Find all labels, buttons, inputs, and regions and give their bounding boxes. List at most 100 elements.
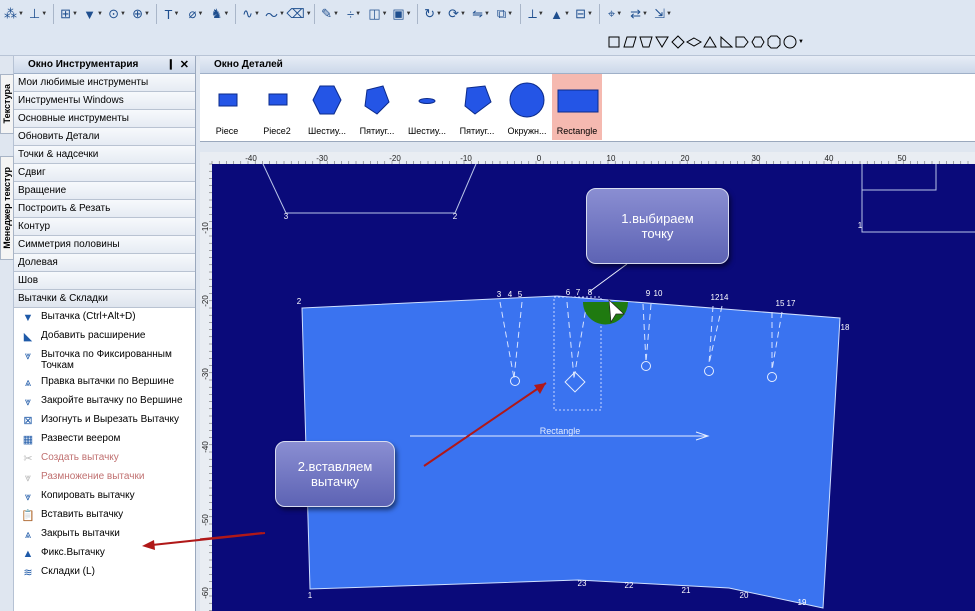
tool-category[interactable]: Точки & надсечки [14, 146, 195, 164]
parallelogram-shape[interactable] [622, 31, 638, 53]
frame-icon[interactable]: ▣ ▼ [390, 3, 414, 25]
tool-item[interactable]: ⩔ Копировать вытачку [14, 487, 195, 506]
tab-texture[interactable]: Текстура [0, 74, 14, 134]
callout-insert-dart: 2.вставляем вытачку [275, 441, 395, 507]
dart-icon[interactable]: ▼ ▼ [81, 3, 105, 25]
work-area[interactable]: -40 -30 -20 -10 0 10 20 30 40 50 -10 -20 -30 -40 -50-… [200, 152, 975, 611]
toolbar-row-1: ⁂ ▼ ⊥ ▼ ⊞ ▼ ▼ ▼ ⊙ ▼ ⊕ ▼ T ▼ ⌀ ▼ ♞ ▼ ∿ ▼ 〜 ▼ ⌫ ▼ ✎ ▼ ÷ ▼ ◫ ▼ ▣ ▼ ↻ ▼ ⟳ ▼ ⇋ ▼ ⧉ ▼… [2, 0, 675, 28]
triangle-icon[interactable]: ▲ ▼ [548, 3, 572, 25]
tool-item[interactable]: ✂ Создать вытачку [14, 449, 195, 468]
cut-icon[interactable]: ⌫ ▼ [286, 3, 311, 25]
hexagon-shape[interactable] [750, 31, 766, 53]
ruler-left-label: -10 [201, 222, 210, 234]
pin-icon[interactable]: ⌖ ▼ [603, 3, 627, 25]
toolbar-separator [156, 4, 157, 24]
piece-label: Rectangle [556, 126, 598, 136]
refresh-icon[interactable]: ⟳ ▼ [445, 3, 469, 25]
tool-item[interactable]: ▦ Развести веером [14, 430, 195, 449]
tool-category[interactable]: Вытачки & Складки [14, 290, 195, 308]
triangle-down-shape[interactable] [654, 31, 670, 53]
tool-item[interactable]: ⩔ Закройте вытачку по Вершине [14, 392, 195, 411]
globe-icon[interactable]: ⊕ ▼ [129, 3, 153, 25]
piece-thumbnail[interactable]: Piece [202, 74, 252, 140]
tool-item[interactable]: ⩓ Правка вытачки по Вершине [14, 373, 195, 392]
ruler-left-label: -30 [201, 368, 210, 380]
curve-icon[interactable]: ∿ ▼ [239, 3, 263, 25]
tool-item[interactable]: ▼ Вытачка (Ctrl+Alt+D) [14, 308, 195, 327]
tool-category[interactable]: Построить & Резать [14, 200, 195, 218]
pentagon-shape[interactable] [734, 31, 750, 53]
toolbar-separator [314, 4, 315, 24]
text-icon[interactable]: T ▼ [160, 3, 184, 25]
tool-categories: Мои любимые инструменты Инструменты Windo… [14, 74, 195, 308]
piece-thumbnail[interactable]: Piece2 [252, 74, 302, 140]
spline-icon[interactable]: 〜 ▼ [263, 3, 287, 25]
tool-item[interactable]: ⊠ Изогнуть и Вырезать Вытачку [14, 411, 195, 430]
point-label: 7 [576, 288, 581, 297]
tool-item[interactable]: ≋ Складки (L) [14, 563, 195, 582]
diamond-shape[interactable] [670, 31, 686, 53]
walk-icon[interactable]: ♞ ▼ [208, 3, 232, 25]
square-shape[interactable] [606, 31, 622, 53]
tool-panel-header: Окно Инструментария ❙ ✕ [14, 56, 195, 74]
point-label: 3 [497, 290, 502, 299]
tool-item-label: Вытачка (Ctrl+Alt+D) [41, 311, 136, 322]
right-triangle-shape[interactable] [718, 31, 734, 53]
export-icon[interactable]: ⇲ ▼ [651, 3, 675, 25]
point-on-line-icon[interactable]: ⊥ ▼ [26, 3, 50, 25]
circle-shape[interactable] [782, 31, 798, 53]
point-label: 19 [798, 598, 807, 607]
tool-category[interactable]: Долевая [14, 254, 195, 272]
tool-category[interactable]: Симметрия половины [14, 236, 195, 254]
octagon-shape[interactable] [766, 31, 782, 53]
tool-category[interactable]: Шов [14, 272, 195, 290]
tool-item[interactable]: ◣ Добавить расширение [14, 327, 195, 346]
piece-thumbnail[interactable]: Шестиу... [402, 74, 452, 140]
tab-texture-manager[interactable]: Менеджер текстур [0, 156, 14, 260]
pin-icon[interactable]: ❙ [167, 59, 175, 70]
point-label: 5 [518, 290, 523, 299]
rotate-icon[interactable]: ↻ ▼ [421, 3, 445, 25]
tool-item[interactable]: ⩔ Размножение вытачки [14, 468, 195, 487]
piece-shape-icon [218, 93, 238, 107]
close-dart-icon: ⩔ [24, 395, 32, 408]
shapes-dropdown-icon[interactable]: ▼ [798, 39, 804, 45]
add-piece-icon[interactable]: ◫ ▼ [366, 3, 390, 25]
tool-category[interactable]: Мои любимые инструменты [14, 74, 195, 92]
copy-icon[interactable]: ⧉ ▼ [493, 3, 517, 25]
tool-category[interactable]: Обновить Детали [14, 128, 195, 146]
measure-icon[interactable]: ⌀ ▼ [184, 3, 208, 25]
close-icon[interactable]: ✕ [180, 58, 189, 71]
point-label: 21 [682, 586, 691, 595]
piece-thumbnail[interactable]: Rectangle [552, 74, 602, 140]
trapezoid-shape[interactable] [638, 31, 654, 53]
ruler-left-label: -20 [201, 295, 210, 307]
mirror-icon[interactable]: ⇋ ▼ [469, 3, 493, 25]
pen-icon[interactable]: ✎ ▼ [318, 3, 342, 25]
sew-icon[interactable]: ⊞ ▼ [57, 3, 81, 25]
tool-category[interactable]: Вращение [14, 182, 195, 200]
piece-thumbnail[interactable]: Шестиу... [302, 74, 352, 140]
piece-shape-icon [418, 98, 436, 104]
swap-icon[interactable]: ⇄ ▼ [627, 3, 651, 25]
tool-category[interactable]: Контур [14, 218, 195, 236]
tool-category[interactable]: Инструменты Windows [14, 92, 195, 110]
triangle-shape[interactable] [702, 31, 718, 53]
piece-thumbnail[interactable]: Пятиуг... [452, 74, 502, 140]
tool-category[interactable]: Сдвиг [14, 164, 195, 182]
fix-dart-icon: ▲ [22, 547, 34, 560]
rhombus-wide-shape[interactable] [686, 31, 702, 53]
point-label: 9 [646, 289, 651, 298]
edit-icon[interactable]: ⊟ ▼ [572, 3, 596, 25]
ruler-top-label: 50 [898, 154, 907, 163]
piece-thumbnail[interactable]: Пятиуг... [352, 74, 402, 140]
piece-thumbnail[interactable]: Окружн... [502, 74, 552, 140]
tangent-icon[interactable]: ⟂ ▼ [524, 3, 548, 25]
tool-item[interactable]: 📋 Вставить вытачку [14, 506, 195, 525]
tool-category[interactable]: Основные инструменты [14, 110, 195, 128]
split-icon[interactable]: ÷ ▼ [342, 3, 366, 25]
tool-item[interactable]: ⩔ Выточка по Фиксированным Точкам [14, 346, 195, 373]
tool-item-label: Складки (L) [41, 566, 95, 577]
points-icon[interactable]: ⁂ ▼ [2, 3, 26, 25]
circle-point-icon[interactable]: ⊙ ▼ [105, 3, 129, 25]
